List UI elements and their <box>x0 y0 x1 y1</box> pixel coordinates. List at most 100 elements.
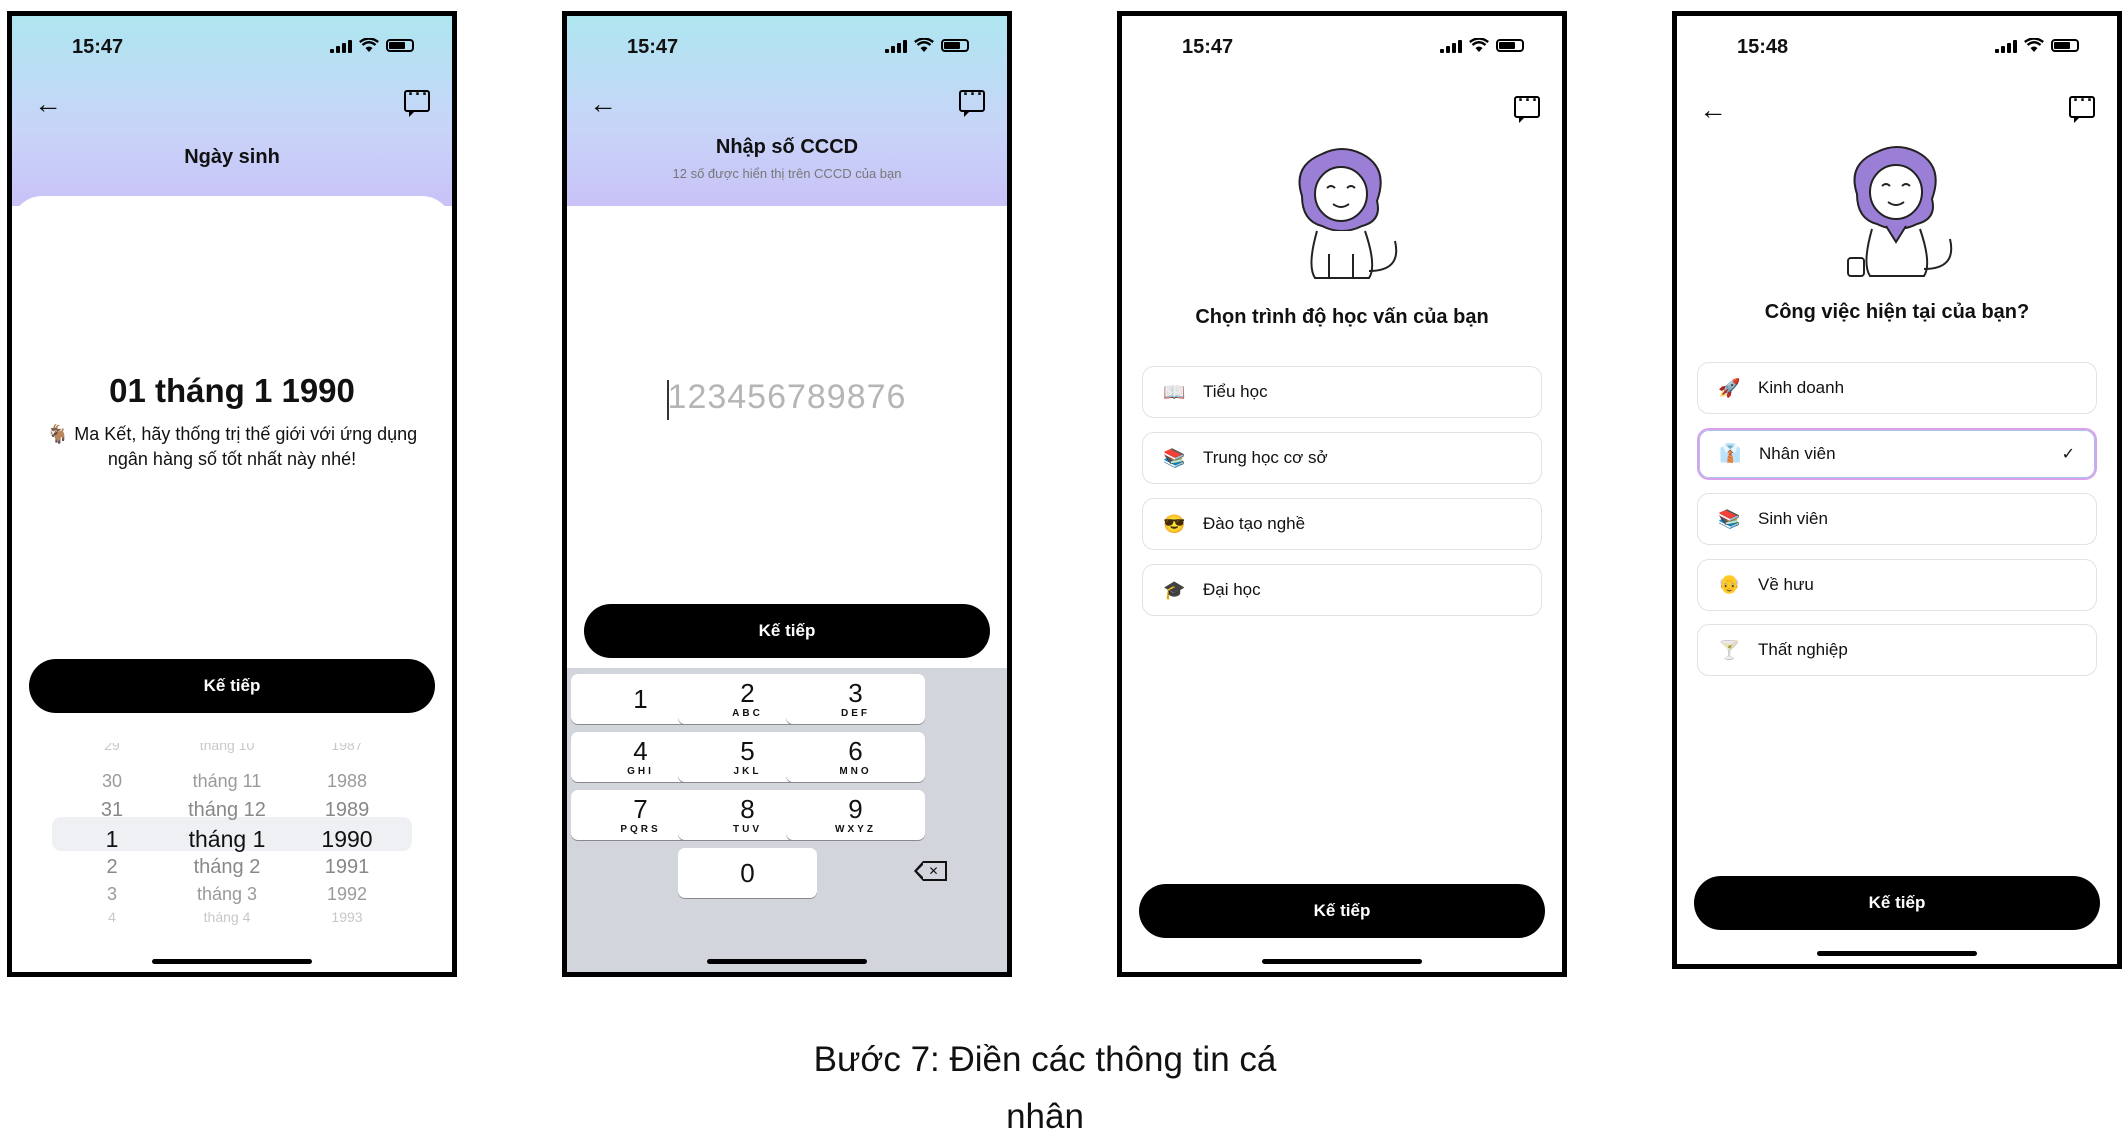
chat-support-icon[interactable] <box>959 84 985 117</box>
picker-month: tháng 12 <box>188 799 266 821</box>
battery-icon <box>386 39 414 52</box>
option-label: Tiểu học <box>1203 382 1268 401</box>
back-arrow-icon[interactable]: ← <box>589 90 617 118</box>
option-item[interactable]: 👴 Về hưu <box>1697 558 2097 611</box>
wifi-icon <box>2024 38 2044 52</box>
option-emoji-icon: 🍸 <box>1718 639 1741 660</box>
key-digit: 0 <box>740 858 755 888</box>
battery-icon <box>941 39 969 52</box>
backspace-key[interactable]: ✕ <box>865 846 1004 896</box>
chat-support-icon[interactable] <box>2069 90 2095 123</box>
option-item[interactable]: 🍸 Thất nghiệp <box>1697 624 2097 676</box>
next-button[interactable]: Kế tiếp <box>1694 876 2100 930</box>
cellular-signal-icon <box>1440 39 1462 53</box>
date-picker-wheel[interactable]: 29 tháng 10 1987 30 tháng 11 1988 31 tháng 12 19… <box>52 743 412 933</box>
next-button[interactable]: Kế tiếp <box>1139 884 1545 938</box>
backspace-icon: ✕ <box>913 861 947 881</box>
home-indicator[interactable] <box>152 959 312 964</box>
cccd-input[interactable]: 123456789876 <box>567 378 1007 417</box>
home-indicator[interactable] <box>1817 951 1977 956</box>
picker-row[interactable]: 30 tháng 11 1988 <box>52 771 412 792</box>
option-emoji-icon: 📖 <box>1163 381 1186 402</box>
caption-line-2: nhân <box>1006 1097 1084 1136</box>
battery-icon <box>1496 39 1524 52</box>
picker-day: 29 <box>104 743 120 753</box>
option-label: Sinh viên <box>1758 509 1828 528</box>
option-item[interactable]: 📚 Trung học cơ sở <box>1142 432 1542 484</box>
picker-day: 31 <box>100 799 124 821</box>
option-item[interactable]: 👔 Nhân viên ✓ <box>1697 427 2097 480</box>
home-indicator[interactable] <box>707 959 867 964</box>
wifi-icon <box>1469 38 1489 52</box>
status-time: 15:47 <box>1182 36 1234 58</box>
key-digit: 6 <box>848 736 863 766</box>
phone-screen-cccd: 15:47 ← Nhập số CCCD 12 số được hiển thị… <box>562 11 1012 977</box>
home-indicator[interactable] <box>1262 959 1422 964</box>
option-emoji-icon: 📚 <box>1718 508 1741 529</box>
phone-screen-job: 15:48 ← Công việc hiện tại của bạn? Kế t… <box>1672 11 2122 969</box>
key-3[interactable]: 3 DEF <box>786 674 925 724</box>
option-label: Đào tạo nghề <box>1203 514 1306 533</box>
picker-year: 1990 <box>321 826 373 852</box>
back-arrow-icon[interactable]: ← <box>34 90 62 118</box>
next-button[interactable]: Kế tiếp <box>584 604 990 658</box>
option-label: Trung học cơ sở <box>1203 448 1328 467</box>
key-6[interactable]: 6 MNO <box>786 732 925 782</box>
page-title: Ngày sinh <box>184 146 280 168</box>
key-9[interactable]: 9 WXYZ <box>786 790 925 840</box>
chat-support-icon[interactable] <box>1514 90 1540 123</box>
checkmark-icon: ✓ <box>2061 445 2075 463</box>
status-time: 15:48 <box>1737 36 1789 58</box>
wifi-icon <box>914 38 934 52</box>
option-item[interactable]: 📖 Tiểu học <box>1142 366 1542 418</box>
picker-row[interactable]: 31 tháng 12 1989 <box>52 799 412 822</box>
key-0[interactable]: 0 <box>678 848 817 898</box>
status-bar: 15:47 <box>567 32 1007 62</box>
picker-row[interactable]: 4 tháng 4 1993 <box>52 909 412 925</box>
status-time: 15:47 <box>627 36 679 58</box>
picker-row[interactable]: 3 tháng 3 1992 <box>52 884 412 905</box>
cellular-signal-icon <box>330 39 352 53</box>
option-item[interactable]: 🎓 Đại học <box>1142 564 1542 616</box>
key-letters: DEF <box>841 708 870 719</box>
picker-day: 2 <box>106 856 118 878</box>
key-letters: MNO <box>839 766 872 777</box>
option-item[interactable]: 📚 Sinh viên <box>1697 493 2097 545</box>
lion-mascot-icon <box>1847 146 1953 277</box>
phone-screen-dob: 15:47 ← Ngày sinh 01 tháng 1 1990 🐐 Ma K… <box>7 11 457 977</box>
zodiac-line-2: ngân hàng số tốt nhất này nhé! <box>107 449 357 469</box>
picker-row[interactable]: 29 tháng 10 1987 <box>52 743 412 753</box>
option-label: Về hưu <box>1758 574 1814 594</box>
numeric-keypad: ✕ 1 2 ABC 3 DEF 4 GHI 5 JKL 6 MNO 7 PQRS 8 TUV 9 WXYZ 0 <box>567 668 1007 972</box>
goat-icon: 🐐 <box>46 424 70 444</box>
option-label: Đại học <box>1203 580 1261 599</box>
option-emoji-icon: 👔 <box>1719 443 1742 463</box>
next-button[interactable]: Kế tiếp <box>29 659 435 713</box>
option-label: Nhân viên <box>1759 443 1836 463</box>
option-emoji-icon: 🎓 <box>1163 579 1186 600</box>
cellular-signal-icon <box>1995 39 2017 53</box>
picker-year: 1987 <box>331 743 363 753</box>
picker-year: 1988 <box>326 771 368 791</box>
phone-screen-education: 15:47 Chọn trình độ học vấn của bạn Kế t… <box>1117 11 1567 977</box>
picker-row-selected[interactable]: 1 tháng 1 1990 <box>52 826 412 853</box>
key-letters: WXYZ <box>835 824 876 835</box>
option-item[interactable]: 🚀 Kinh doanh <box>1697 362 2097 414</box>
option-label: Thất nghiệp <box>1758 640 1848 659</box>
picker-row[interactable]: 2 tháng 2 1991 <box>52 856 412 879</box>
caption-line-1: Bước 7: Điền các thông tin cá <box>813 1040 1277 1079</box>
picker-month: tháng 3 <box>196 884 258 904</box>
back-arrow-icon[interactable]: ← <box>1699 96 1727 124</box>
key-digit: 9 <box>848 794 863 824</box>
picker-month: tháng 2 <box>193 856 261 878</box>
question-heading: Chọn trình độ học vấn của bạn <box>1195 306 1489 328</box>
page-subtitle: 12 số được hiển thị trên CCCD của bạn <box>672 166 902 181</box>
option-item[interactable]: 😎 Đào tạo nghề <box>1142 498 1542 550</box>
selected-date: 01 tháng 1 1990 <box>109 372 355 409</box>
picker-day: 1 <box>105 826 119 852</box>
option-emoji-icon: 👴 <box>1718 574 1741 594</box>
chat-support-icon[interactable] <box>404 84 430 117</box>
option-emoji-icon: 📚 <box>1163 447 1186 468</box>
battery-icon <box>2051 39 2079 52</box>
option-emoji-icon: 🚀 <box>1718 377 1741 398</box>
